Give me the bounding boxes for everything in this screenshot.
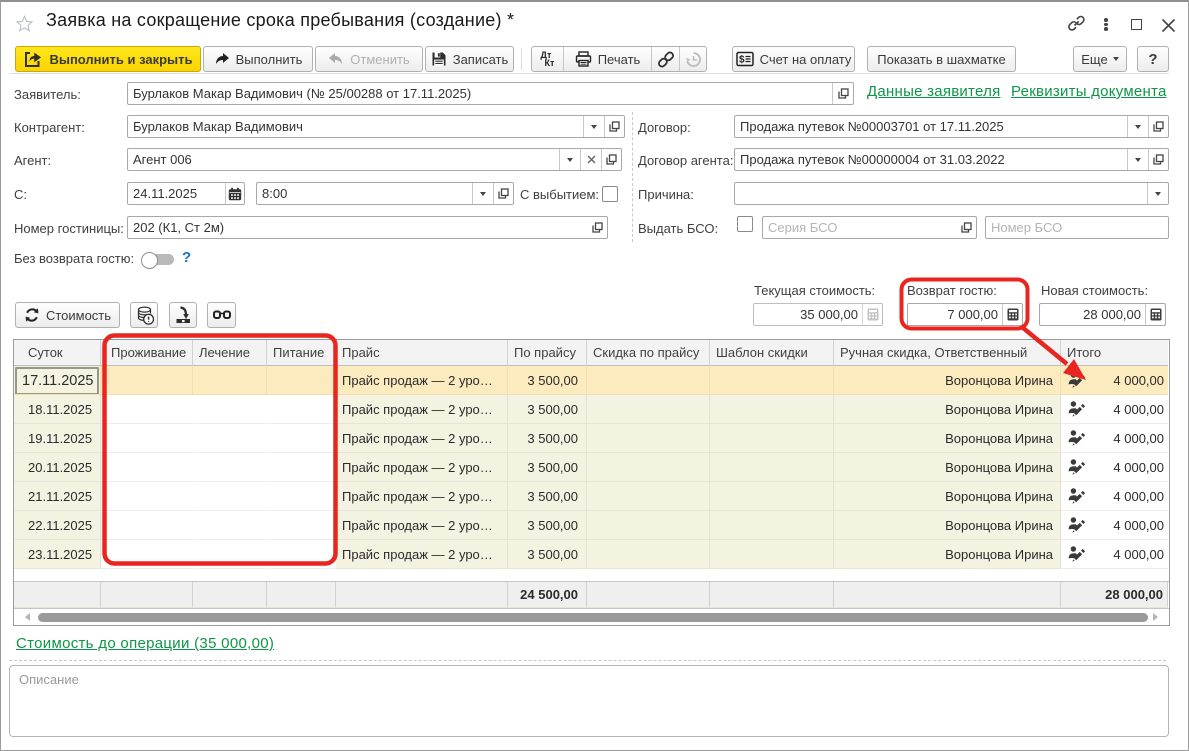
svg-text:$: $	[739, 55, 745, 66]
